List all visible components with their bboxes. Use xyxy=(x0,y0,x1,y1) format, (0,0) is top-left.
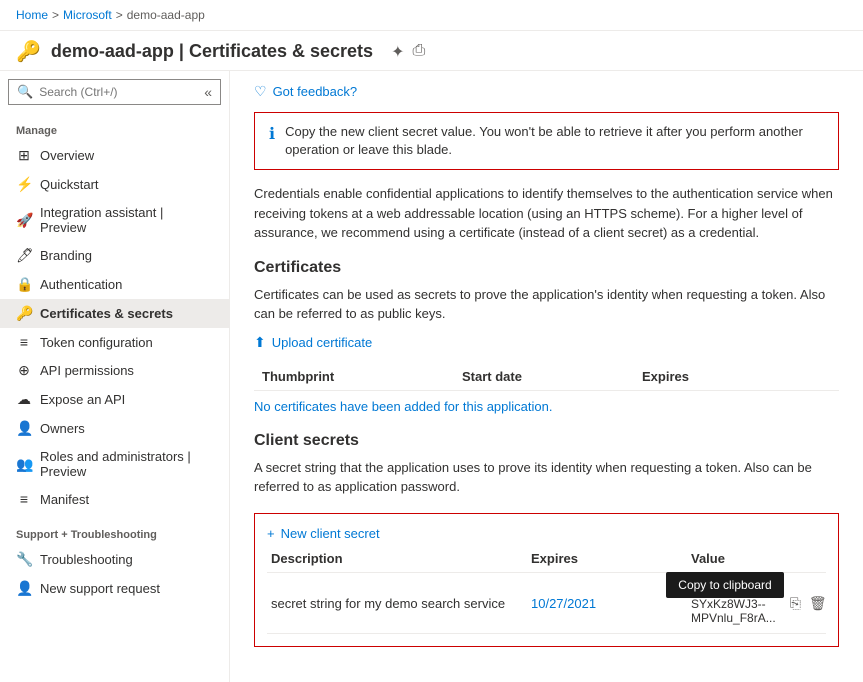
upload-certificate-button[interactable]: ⬆ Upload certificate xyxy=(254,334,839,351)
manifest-icon: ≡ xyxy=(16,491,32,507)
col-start-date: Start date xyxy=(454,369,634,384)
page-title: demo-aad-app | Certificates & secrets xyxy=(51,41,373,62)
col-expires: Expires xyxy=(634,369,814,384)
sidebar-item-certificates[interactable]: 🔑 Certificates & secrets xyxy=(0,299,229,328)
search-box[interactable]: 🔍 « xyxy=(8,79,221,105)
collapse-icon[interactable]: « xyxy=(204,84,212,100)
new-support-icon: 👤 xyxy=(16,580,32,597)
key-icon: 🔑 xyxy=(16,39,41,64)
client-secrets-description: A secret string that the application use… xyxy=(254,458,839,497)
authentication-icon: 🔒 xyxy=(16,276,32,293)
branding-icon: 🖊 xyxy=(16,247,32,264)
search-icon: 🔍 xyxy=(17,84,33,100)
new-client-secret-button[interactable]: + New client secret xyxy=(267,526,826,541)
sidebar-item-authentication[interactable]: 🔒 Authentication xyxy=(0,270,229,299)
secret-description: secret string for my demo search service xyxy=(267,596,527,611)
col-description: Description xyxy=(267,551,527,566)
sidebar-item-api[interactable]: ⊕ API permissions xyxy=(0,356,229,385)
api-icon: ⊕ xyxy=(16,362,32,379)
col-thumbprint: Thumbprint xyxy=(254,369,454,384)
secrets-table-header: Description Expires Value xyxy=(267,551,826,573)
certificates-table-header: Thumbprint Start date Expires xyxy=(254,363,839,391)
upload-label: Upload certificate xyxy=(272,335,372,350)
breadcrumb: Home > Microsoft > demo-aad-app xyxy=(0,0,863,31)
search-input[interactable] xyxy=(39,85,198,99)
feedback-label: Got feedback? xyxy=(273,84,358,99)
troubleshooting-icon: 🔧 xyxy=(16,551,32,568)
secrets-table: Description Expires Value secret string … xyxy=(267,551,826,634)
content-area: ♡ Got feedback? ℹ Copy the new client se… xyxy=(230,71,863,682)
breadcrumb-microsoft[interactable]: Microsoft xyxy=(63,8,112,22)
breadcrumb-app: demo-aad-app xyxy=(127,8,205,22)
quickstart-icon: ⚡ xyxy=(16,176,32,193)
col-actions xyxy=(766,551,826,566)
col-value: Value xyxy=(687,551,766,566)
table-row: secret string for my demo search service… xyxy=(267,575,826,634)
sidebar-item-token[interactable]: ≡ Token configuration xyxy=(0,328,229,356)
breadcrumb-home[interactable]: Home xyxy=(16,8,48,22)
roles-icon: 👥 xyxy=(16,456,32,473)
sidebar-item-expose[interactable]: ☁ Expose an API xyxy=(0,385,229,414)
secret-expires: 10/27/2021 xyxy=(527,596,687,611)
col-expires: Expires xyxy=(527,551,687,566)
sidebar-item-roles[interactable]: 👥 Roles and administrators | Preview xyxy=(0,443,229,485)
credentials-description: Credentials enable confidential applicat… xyxy=(254,184,839,243)
sidebar: 🔍 « Manage ⊞ Overview ⚡ Quickstart 🚀 Int… xyxy=(0,71,230,682)
sidebar-item-new-support[interactable]: 👤 New support request xyxy=(0,574,229,603)
expose-icon: ☁ xyxy=(16,391,32,408)
certificates-icon: 🔑 xyxy=(16,305,32,322)
alert-text: Copy the new client secret value. You wo… xyxy=(285,123,824,159)
support-label: Support + Troubleshooting xyxy=(0,517,229,545)
copy-button[interactable]: ⎘ xyxy=(788,593,803,614)
sidebar-item-troubleshooting[interactable]: 🔧 Troubleshooting xyxy=(0,545,229,574)
sidebar-item-manifest[interactable]: ≡ Manifest xyxy=(0,485,229,513)
integration-icon: 🚀 xyxy=(16,212,32,229)
info-icon: ℹ xyxy=(269,124,275,144)
page-header: 🔑 demo-aad-app | Certificates & secrets … xyxy=(0,31,863,71)
new-secret-label: New client secret xyxy=(281,526,380,541)
token-icon: ≡ xyxy=(16,334,32,350)
sidebar-item-overview[interactable]: ⊞ Overview xyxy=(0,141,229,170)
client-secrets-title: Client secrets xyxy=(254,432,839,450)
overview-icon: ⊞ xyxy=(16,147,32,164)
secrets-section: + New client secret Description Expires … xyxy=(254,513,839,647)
sidebar-item-branding[interactable]: 🖊 Branding xyxy=(0,241,229,270)
no-certificates-message: No certificates have been added for this… xyxy=(254,399,839,414)
print-icon[interactable]: ⎙ xyxy=(412,42,425,62)
plus-icon: + xyxy=(267,526,275,541)
upload-icon: ⬆ xyxy=(254,334,266,351)
delete-button[interactable]: 🗑 xyxy=(807,593,829,614)
info-alert: ℹ Copy the new client secret value. You … xyxy=(254,112,839,170)
heart-icon: ♡ xyxy=(254,83,267,100)
header-actions: ✦ ⎙ xyxy=(391,42,425,62)
copy-tooltip: Copy to clipboard xyxy=(666,572,783,598)
sidebar-item-integration[interactable]: 🚀 Integration assistant | Preview xyxy=(0,199,229,241)
sidebar-item-quickstart[interactable]: ⚡ Quickstart xyxy=(0,170,229,199)
secret-actions: Copy to clipboard ⎘ 🗑 xyxy=(780,593,840,614)
sidebar-item-owners[interactable]: 👤 Owners xyxy=(0,414,229,443)
certificates-description: Certificates can be used as secrets to p… xyxy=(254,285,839,324)
manage-label: Manage xyxy=(0,113,229,141)
feedback-bar[interactable]: ♡ Got feedback? xyxy=(254,83,839,100)
pin-icon[interactable]: ✦ xyxy=(391,42,404,62)
certificates-title: Certificates xyxy=(254,259,839,277)
owners-icon: 👤 xyxy=(16,420,32,437)
